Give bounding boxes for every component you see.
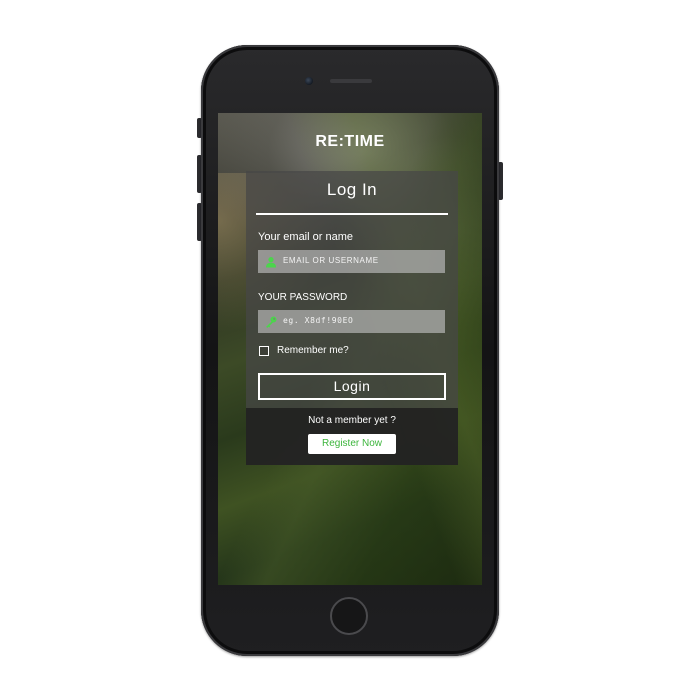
earpiece-speaker [330, 79, 372, 83]
login-button[interactable]: Login [258, 373, 446, 400]
email-placeholder: EMAIL OR USERNAME [283, 256, 379, 265]
register-footer: Not a member yet ? Register Now [246, 408, 458, 465]
email-label: Your email or name [258, 231, 353, 243]
register-button[interactable]: Register Now [308, 434, 396, 454]
email-field[interactable]: EMAIL OR USERNAME [258, 250, 445, 273]
key-icon [265, 315, 277, 328]
login-card: Log In Your email or name EMAIL OR USERN… [246, 171, 458, 465]
login-title: Log In [326, 180, 378, 199]
password-label: YOUR PASSWORD [258, 292, 348, 303]
app-brand: RE:TIME [315, 133, 385, 150]
remember-label: Remember me? [277, 345, 349, 356]
not-member-text: Not a member yet ? [308, 415, 396, 426]
phone-screen: RE:TIME Log In Your email or name EMAIL … [218, 113, 482, 585]
home-button [330, 597, 368, 635]
user-icon [265, 255, 277, 268]
remember-checkbox[interactable] [259, 346, 269, 356]
password-field[interactable]: eg. X8df!90EO [258, 310, 445, 333]
title-divider [256, 213, 448, 215]
front-camera [305, 77, 313, 85]
stage: RE:TIME Log In Your email or name EMAIL … [0, 0, 700, 700]
password-placeholder: eg. X8df!90EO [283, 316, 354, 325]
